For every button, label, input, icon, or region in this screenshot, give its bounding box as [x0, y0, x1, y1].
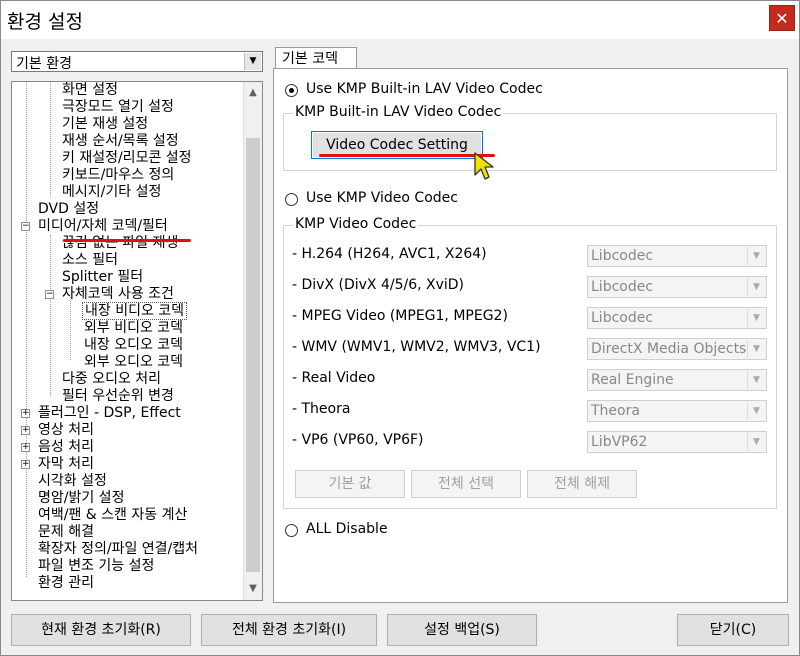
close-icon[interactable]: ✕	[769, 5, 795, 31]
chevron-up-icon[interactable]: ▲	[244, 84, 262, 102]
codec-name-label: - Real Video	[292, 370, 376, 386]
tree-item[interactable]: 미디어/자체 코덱/필터	[38, 218, 168, 235]
reset-all-button[interactable]: 전체 환경 초기화(I)	[201, 614, 377, 646]
category-combo[interactable]: 기본 환경 ▼	[11, 51, 263, 72]
chevron-down-icon: ▼	[747, 433, 765, 451]
title-bar: 환경 설정 ✕	[1, 1, 799, 39]
expand-icon[interactable]: +	[21, 409, 30, 418]
tree-item[interactable]: 외부 비디오 코덱	[84, 320, 183, 337]
collapse-icon[interactable]: −	[45, 290, 54, 299]
expand-icon[interactable]: +	[21, 426, 30, 435]
tree-item[interactable]: 재생 순서/목록 설정	[62, 133, 179, 150]
tree-item[interactable]: 플러그인 - DSP, Effect	[38, 405, 181, 422]
all-disable-radio[interactable]	[285, 524, 298, 537]
tree-scrollbar[interactable]: ▲ ▼	[243, 82, 262, 600]
codec-select[interactable]: DirectX Media Objects ▼	[587, 338, 767, 360]
select-all-button[interactable]: 전체 선택	[411, 470, 521, 498]
expand-icon[interactable]: +	[21, 443, 30, 452]
tree-item[interactable]: 키 재설정/리모콘 설정	[62, 150, 192, 167]
kmp-codec-label: Use KMP Video Codec	[306, 190, 458, 206]
tree-item[interactable]: 필터 우선순위 변경	[62, 388, 174, 405]
builtin-codec-label: Use KMP Built-in LAV Video Codec	[306, 81, 543, 97]
tree-item[interactable]: 내장 오디오 코덱	[84, 337, 183, 354]
tree-line	[70, 297, 71, 360]
red-annotation-underline	[319, 154, 495, 157]
kmp-codec-group	[283, 225, 777, 509]
tree-line	[50, 235, 51, 395]
codec-name-label: - MPEG Video (MPEG1, MPEG2)	[292, 308, 508, 324]
reset-current-button[interactable]: 현재 환경 초기화(R)	[11, 614, 191, 646]
codec-select[interactable]: Libcodec ▼	[587, 307, 767, 329]
codec-select[interactable]: LibVP62 ▼	[587, 431, 767, 453]
default-button[interactable]: 기본 값	[295, 470, 405, 498]
tree-item[interactable]: 자막 처리	[38, 456, 94, 473]
tree-item[interactable]: 키보드/마우스 정의	[62, 167, 174, 184]
tree-item[interactable]: 환경 관리	[38, 575, 94, 592]
tab-basic-codec[interactable]: 기본 코덱	[275, 47, 357, 69]
codec-name-label: - VP6 (VP60, VP6F)	[292, 432, 424, 448]
kmp-codec-radio[interactable]	[285, 193, 298, 206]
chevron-down-icon: ▼	[747, 309, 765, 327]
tree-item[interactable]: 자체코덱 사용 조건	[62, 286, 174, 303]
tree-item[interactable]: 극장모드 열기 설정	[62, 99, 174, 116]
tree-item[interactable]: 확장자 정의/파일 연결/캡처	[38, 541, 198, 558]
codec-select[interactable]: Real Engine ▼	[587, 369, 767, 391]
tree-item[interactable]: DVD 설정	[38, 201, 99, 218]
chevron-down-icon[interactable]: ▼	[244, 580, 262, 598]
codec-name-label: - Theora	[292, 401, 351, 417]
tree-item[interactable]: 영상 처리	[38, 422, 94, 439]
codec-select[interactable]: Libcodec ▼	[587, 276, 767, 298]
codec-select[interactable]: Theora ▼	[587, 400, 767, 422]
builtin-codec-group-title: KMP Built-in LAV Video Codec	[293, 104, 504, 120]
tree-item[interactable]: 여백/팬 & 스캔 자동 계산	[38, 507, 187, 524]
tree-item[interactable]: 끊김 없는 파일 재생	[62, 235, 178, 252]
builtin-codec-radio[interactable]	[285, 84, 298, 97]
codec-name-label: - DivX (DivX 4/5/6, XviD)	[292, 277, 465, 293]
tree-item[interactable]: 시각화 설정	[38, 473, 107, 490]
red-annotation-underline	[63, 239, 191, 242]
tree-item[interactable]: 음성 처리	[38, 439, 94, 456]
tree-item[interactable]: 문제 해결	[38, 524, 94, 541]
chevron-down-icon: ▼	[747, 247, 765, 265]
tree-item[interactable]: 다중 오디오 처리	[62, 371, 161, 388]
tree-item[interactable]: 기본 재생 설정	[62, 116, 148, 133]
chevron-down-icon: ▼	[747, 340, 765, 358]
settings-window: 환경 설정 ✕ 기본 환경 ▼ 화면 설정 극장모드 열기 설정 기본 재생 설…	[0, 0, 800, 656]
mouse-pointer-icon	[474, 152, 494, 180]
category-combo-value: 기본 환경	[16, 56, 72, 72]
tree-item[interactable]: 명암/밝기 설정	[38, 490, 124, 507]
tree-item[interactable]: 외부 오디오 코덱	[84, 354, 183, 371]
tree-item[interactable]: 소스 필터	[62, 252, 118, 269]
scroll-thumb[interactable]	[246, 138, 260, 572]
tree-item[interactable]: Splitter 필터	[62, 269, 143, 286]
expand-icon[interactable]: +	[21, 460, 30, 469]
codec-select[interactable]: Libcodec ▼	[587, 245, 767, 267]
tree-item[interactable]: 파일 변조 기능 설정	[38, 558, 154, 575]
tree-line	[26, 82, 27, 577]
collapse-icon[interactable]: −	[21, 222, 30, 231]
chevron-down-icon: ▼	[747, 371, 765, 389]
tree-item[interactable]: 메시지/기타 설정	[62, 184, 161, 201]
window-title: 환경 설정	[7, 11, 83, 33]
codec-name-label: - WMV (WMV1, WMV2, WMV3, VC1)	[292, 339, 541, 355]
backup-button[interactable]: 설정 백업(S)	[387, 614, 537, 646]
chevron-down-icon: ▼	[747, 402, 765, 420]
chevron-down-icon[interactable]: ▼	[244, 53, 261, 70]
codec-name-label: - H.264 (H264, AVC1, X264)	[292, 246, 487, 262]
clear-all-button[interactable]: 전체 해제	[527, 470, 637, 498]
chevron-down-icon: ▼	[747, 278, 765, 296]
all-disable-label: ALL Disable	[306, 521, 388, 537]
settings-tree[interactable]: 화면 설정 극장모드 열기 설정 기본 재생 설정 재생 순서/목록 설정 키 …	[11, 81, 263, 601]
close-button[interactable]: 닫기(C)	[677, 614, 789, 646]
kmp-codec-group-title: KMP Video Codec	[293, 216, 419, 232]
tree-item[interactable]: 화면 설정	[62, 82, 118, 99]
tree-item-selected[interactable]: 내장 비디오 코덱	[82, 302, 188, 320]
tree-line	[50, 82, 51, 197]
